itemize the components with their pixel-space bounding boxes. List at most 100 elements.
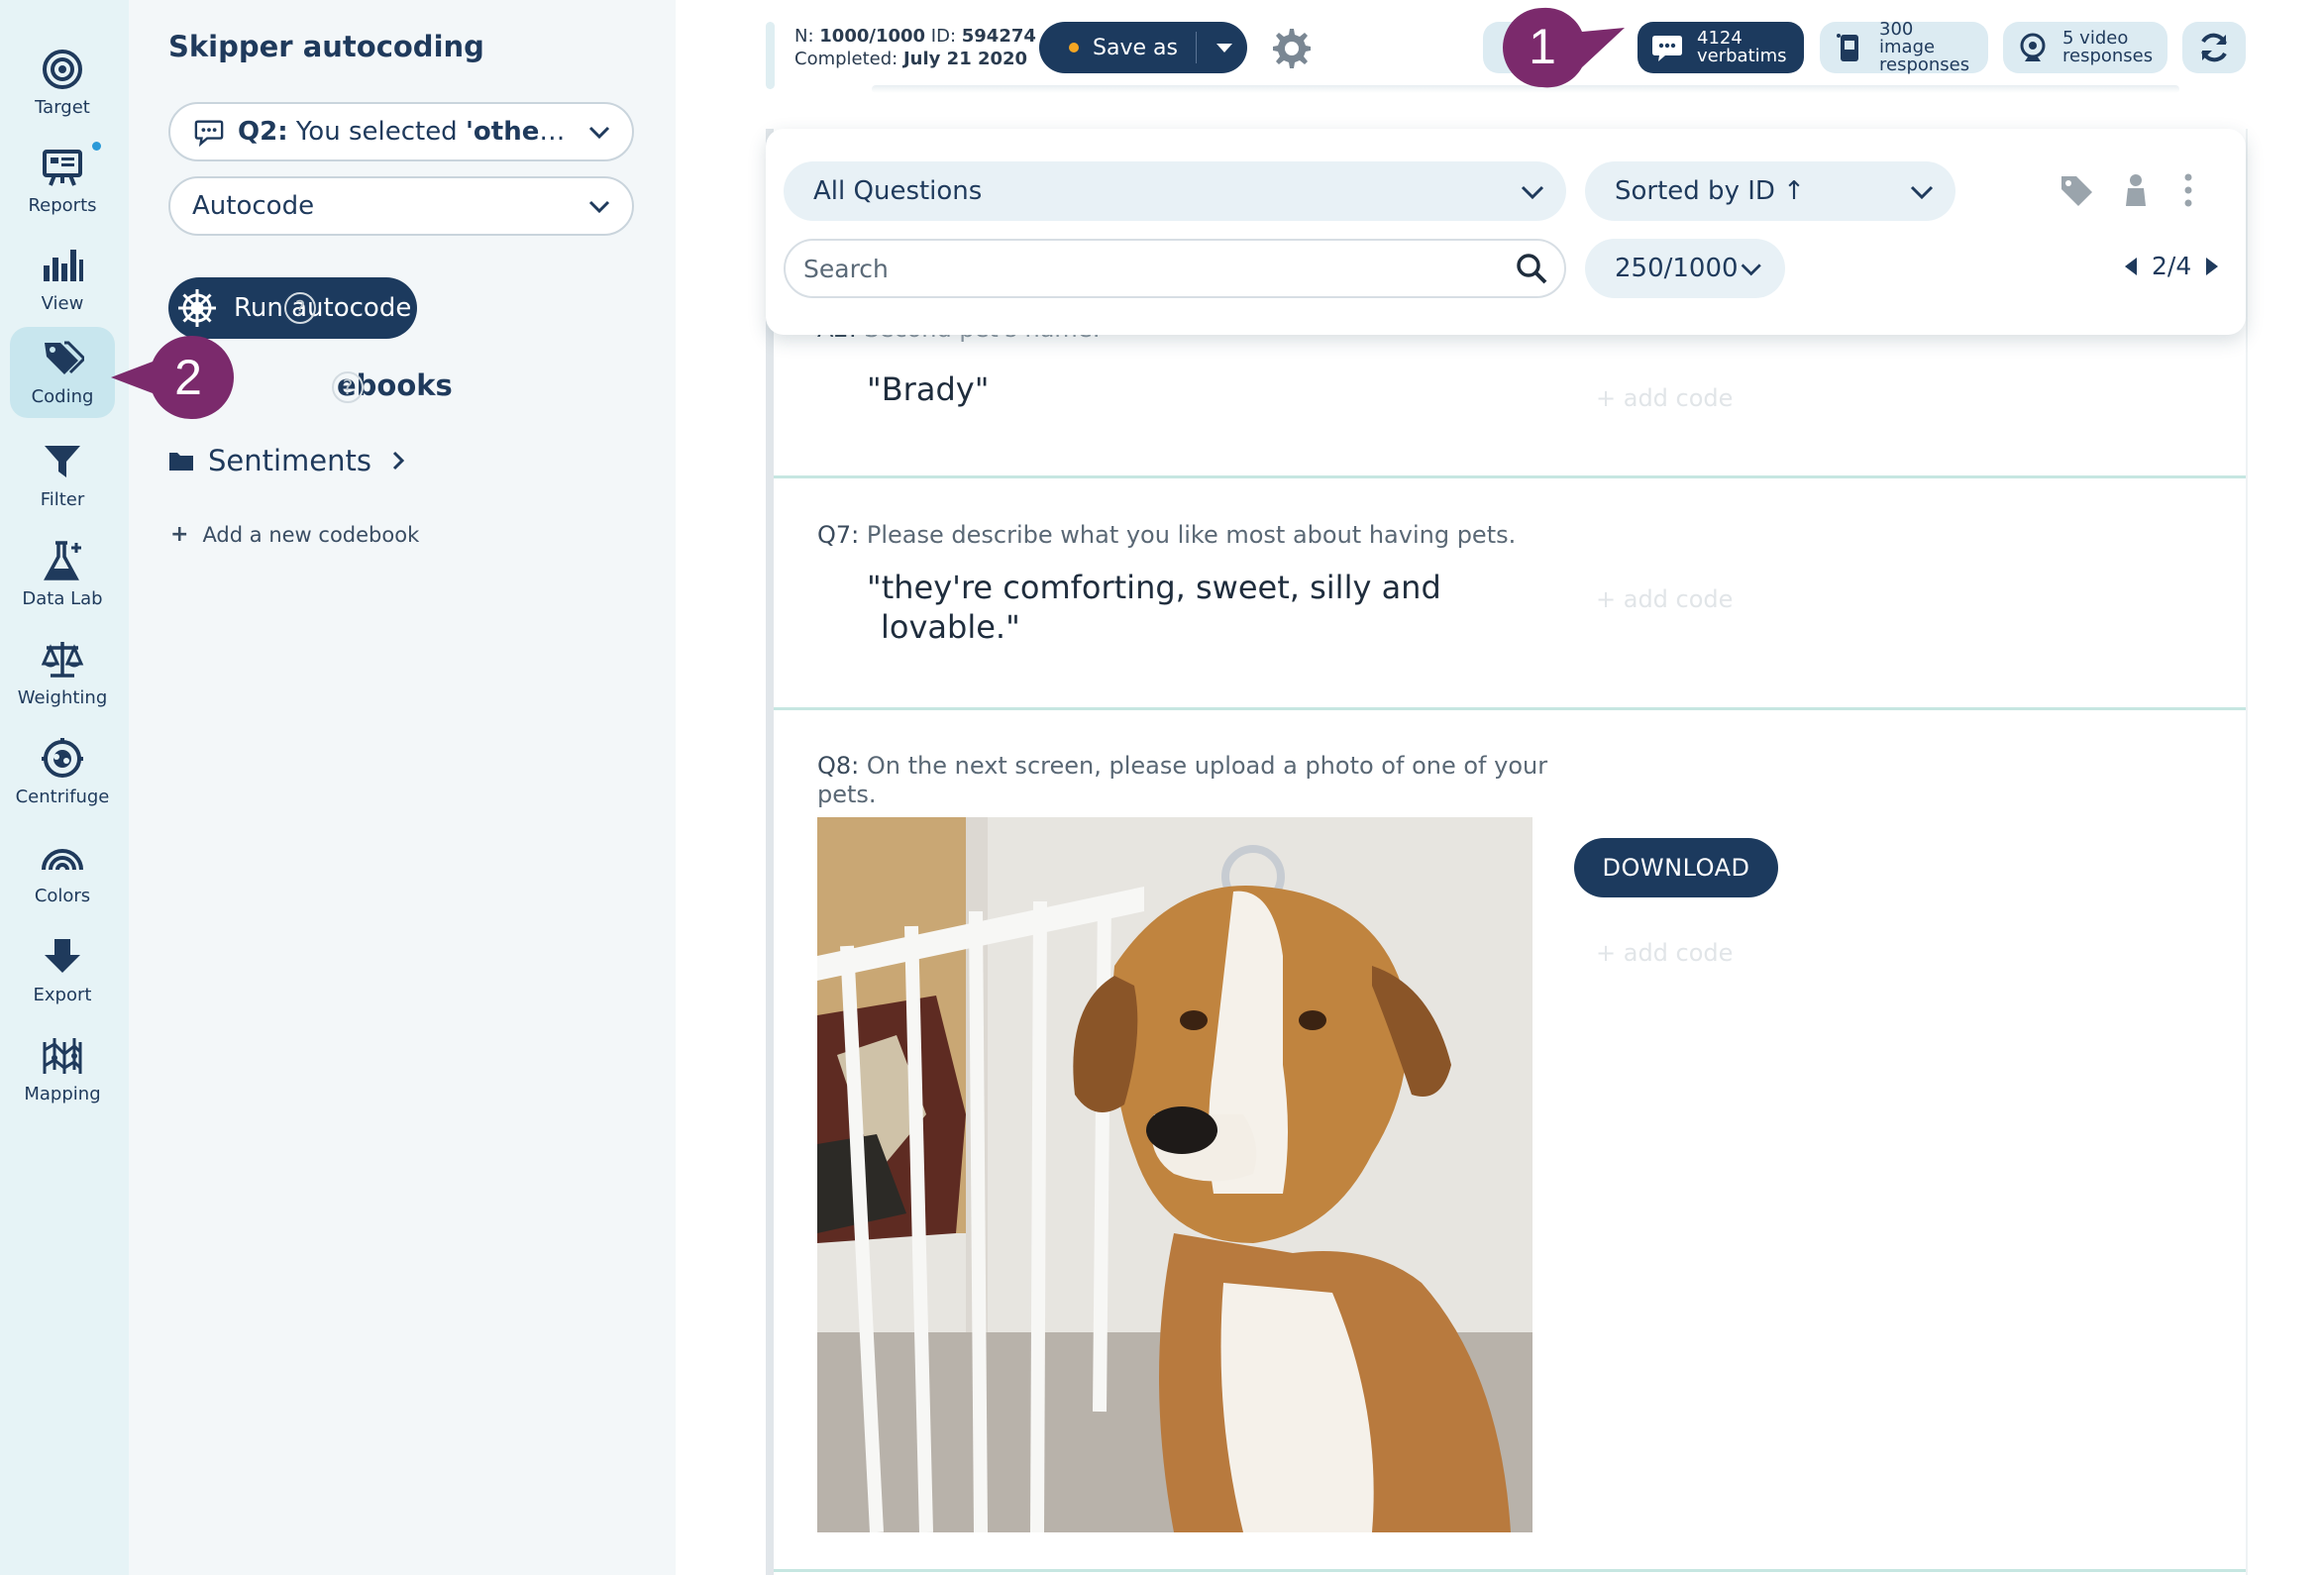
chevron-down-icon xyxy=(1521,185,1544,200)
add-codebook-link[interactable]: + Add a new codebook xyxy=(170,522,419,547)
plus-icon: + xyxy=(170,522,189,547)
centrifuge-icon xyxy=(42,738,83,778)
scale-icon xyxy=(41,642,84,678)
nav-label: Reports xyxy=(28,195,97,216)
callout-number: 2 xyxy=(174,350,202,405)
page-indicator: 2/4 xyxy=(2152,252,2192,280)
sort-select[interactable]: Sorted by ID ↑ xyxy=(1585,161,1955,221)
run-autocode-help-icon[interactable]: ? xyxy=(284,292,316,324)
gear-icon[interactable] xyxy=(1268,26,1312,69)
nav-label: Centrifuge xyxy=(15,787,110,807)
caret-down-icon[interactable] xyxy=(1213,36,1236,59)
panel-title: Skipper autocoding xyxy=(168,30,484,63)
dataset-meta: N: 1000/1000 ID: 594274 Completed: July … xyxy=(794,26,1036,69)
dog-photo xyxy=(817,817,1532,1532)
target-icon xyxy=(43,50,82,89)
chevron-down-icon xyxy=(1741,263,1761,276)
question-select-value: Q2: You selected 'other' w… xyxy=(238,117,577,147)
nav-label: Mapping xyxy=(24,1084,101,1104)
callout-2: 2 xyxy=(111,335,234,420)
speech-bubble-icon xyxy=(1652,36,1682,61)
nav-colors[interactable]: Colors xyxy=(10,826,115,917)
pagination: 2/4 xyxy=(2110,252,2233,280)
response-card: Q7: Please describe what you like most a… xyxy=(774,478,2246,710)
response-answer: "they're comforting, sweet, silly and lo… xyxy=(867,569,1441,646)
verbatims-button[interactable]: 4124 verbatims xyxy=(1637,22,1804,73)
toolbar-accent xyxy=(766,22,775,89)
ships-wheel-icon xyxy=(178,289,216,327)
add-code-link[interactable]: + add code xyxy=(1596,585,1733,613)
reports-icon xyxy=(43,150,82,186)
mode-select[interactable]: Autocode xyxy=(168,176,634,236)
filter-card: All Questions Sorted by ID ↑ Search 250/… xyxy=(766,129,2246,335)
question-text: Q7: Please describe what you like most a… xyxy=(817,521,1517,549)
save-as-label: Save as xyxy=(1093,35,1178,60)
folder-icon xyxy=(169,453,193,471)
unsaved-dot xyxy=(1069,43,1079,52)
flask-icon xyxy=(44,541,81,580)
nav-export[interactable]: Export xyxy=(10,925,115,1016)
codebook-item[interactable]: Sentiments xyxy=(168,444,409,477)
download-button[interactable]: DOWNLOAD xyxy=(1574,838,1778,897)
add-code-link[interactable]: + add code xyxy=(1596,939,1733,967)
refresh-button[interactable] xyxy=(2182,22,2246,73)
filter-icon xyxy=(45,446,80,477)
question-select[interactable]: Q2: You selected 'other' w… xyxy=(168,102,634,161)
more-vertical-icon[interactable] xyxy=(2178,172,2198,208)
chevron-right-icon xyxy=(392,451,405,471)
nav-filter[interactable]: Filter xyxy=(10,430,115,521)
nav-label: Data Lab xyxy=(22,588,103,609)
left-nav-rail: Target Reports View Coding Filter Data L… xyxy=(0,0,129,1575)
page-size-select[interactable]: 250/1000 xyxy=(1585,239,1785,298)
search-icon xyxy=(1517,254,1547,284)
chevron-down-icon xyxy=(588,126,610,140)
codebook-label: Sentiments xyxy=(208,444,372,477)
tag-icon[interactable] xyxy=(2059,172,2094,208)
dog-photo-illustration xyxy=(817,817,1532,1532)
nav-label: Weighting xyxy=(17,687,108,708)
run-autocode-label: Run autocode xyxy=(234,293,412,323)
search-input[interactable]: Search xyxy=(784,239,1566,298)
nav-label: Target xyxy=(35,97,90,118)
image-responses-button[interactable]: 300 image responses xyxy=(1820,21,1988,74)
nav-view[interactable]: View xyxy=(10,234,115,325)
notification-dot xyxy=(92,142,101,151)
nav-data-lab[interactable]: Data Lab xyxy=(10,529,115,620)
nav-centrifuge[interactable]: Centrifuge xyxy=(10,727,115,818)
phone-image-icon xyxy=(1837,34,1858,61)
nav-target[interactable]: Target xyxy=(10,38,115,129)
speech-bubble-icon xyxy=(194,120,224,147)
person-icon[interactable] xyxy=(2118,172,2154,208)
mapping-icon xyxy=(43,1038,82,1074)
refresh-icon xyxy=(2201,33,2227,62)
nav-coding[interactable]: Coding xyxy=(10,327,115,418)
nav-label: Filter xyxy=(40,489,85,510)
webcam-icon xyxy=(2020,33,2046,61)
autocoding-panel: Skipper autocoding Q2: You selected 'oth… xyxy=(129,0,676,1575)
add-codebook-label: Add a new codebook xyxy=(202,522,420,547)
nav-label: Export xyxy=(33,985,92,1005)
tags-icon xyxy=(45,341,84,374)
questions-filter-select[interactable]: All Questions xyxy=(784,161,1566,221)
callout-1: 1 xyxy=(1503,7,1625,88)
nav-label: View xyxy=(41,293,84,314)
chevron-down-icon xyxy=(1910,185,1934,200)
nav-weighting[interactable]: Weighting xyxy=(10,628,115,719)
video-responses-button[interactable]: 5 video responses xyxy=(2003,22,2167,73)
prev-page-icon[interactable] xyxy=(2122,256,2140,277)
codebooks-help-icon[interactable]: ? xyxy=(332,371,364,403)
save-as-button[interactable]: Save as xyxy=(1039,22,1247,73)
add-code-link[interactable]: + add code xyxy=(1596,384,1733,412)
question-text: Q8: On the next screen, please upload a … xyxy=(817,752,1548,808)
callout-number: 1 xyxy=(1529,19,1556,74)
response-answer: "Brady" xyxy=(867,370,990,408)
nav-label: Colors xyxy=(34,886,91,906)
bar-chart-icon xyxy=(44,250,83,281)
nav-mapping[interactable]: Mapping xyxy=(10,1024,115,1115)
download-arrow-icon xyxy=(45,939,80,973)
chevron-down-icon xyxy=(588,200,610,214)
responses-list: A2: Second pet's name: "Brady" + add cod… xyxy=(766,129,2248,1575)
next-page-icon[interactable] xyxy=(2203,256,2221,277)
mode-select-value: Autocode xyxy=(192,191,315,221)
nav-label: Coding xyxy=(31,386,94,407)
